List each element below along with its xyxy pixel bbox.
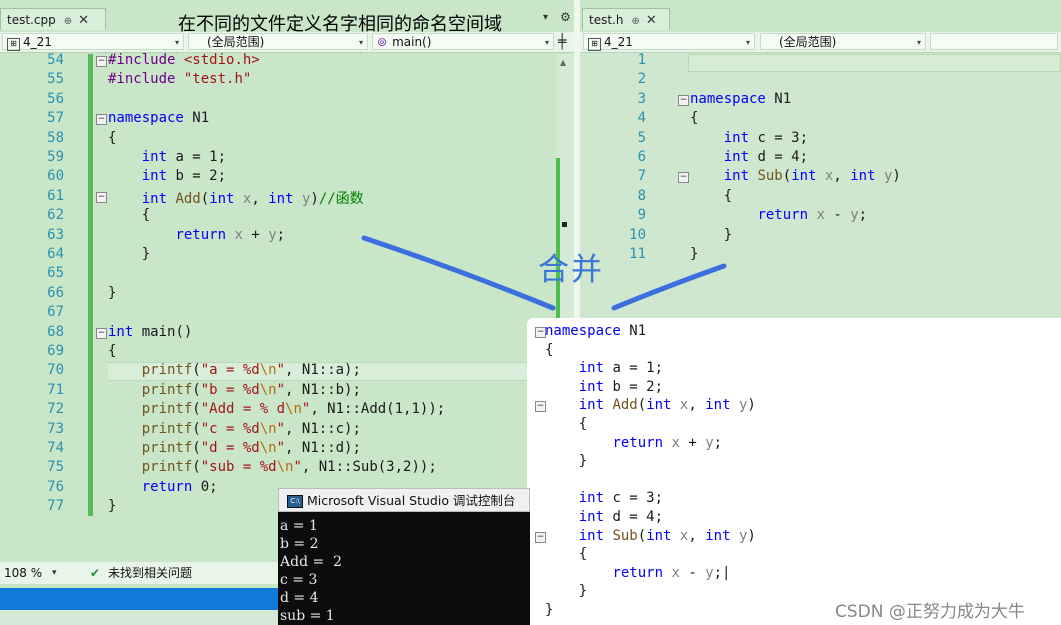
debug-console-window[interactable]: C:\ Microsoft Visual Studio 调试控制台 a = 1 … bbox=[278, 488, 530, 625]
watermark: CSDN @正努力成为大牛 bbox=[835, 602, 1025, 622]
merge-stroke-left bbox=[361, 235, 556, 311]
console-output: a = 1 b = 2 Add = 2 c = 3 d = 4 sub = 1 bbox=[280, 518, 343, 624]
merge-label: 合并 bbox=[538, 252, 604, 288]
console-icon: C:\ bbox=[287, 495, 303, 508]
console-title: Microsoft Visual Studio 调试控制台 bbox=[307, 493, 516, 508]
merge-stroke-right bbox=[611, 263, 727, 311]
merge-strokes bbox=[361, 235, 727, 311]
console-title-bar[interactable]: C:\ Microsoft Visual Studio 调试控制台 bbox=[278, 488, 530, 512]
page-title: 在不同的文件定义名字相同的命名空间域 bbox=[178, 14, 502, 35]
